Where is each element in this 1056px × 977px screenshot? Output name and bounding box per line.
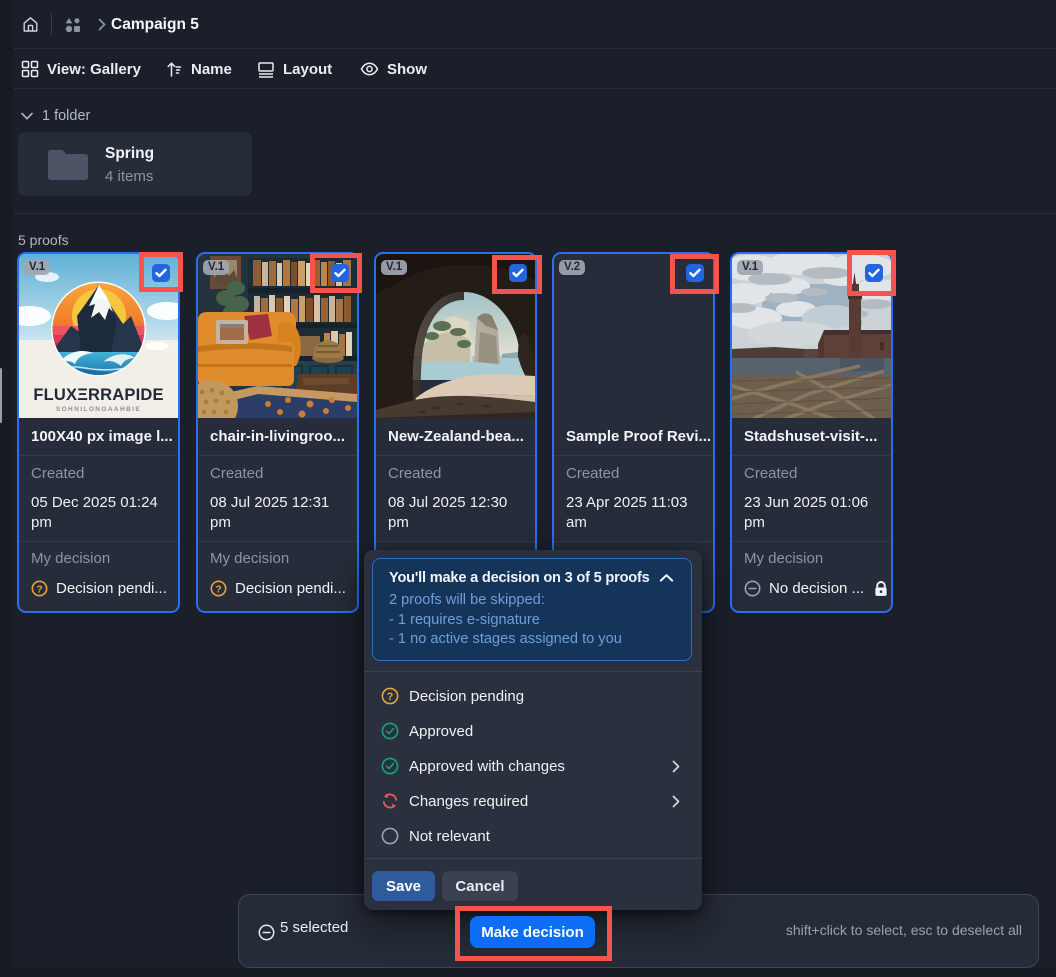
svg-text:?: ? [36, 584, 42, 595]
svg-text:SOHNILONGAAHBIE: SOHNILONGAAHBIE [56, 406, 141, 413]
svg-text:?: ? [215, 584, 221, 595]
svg-text:?: ? [387, 691, 394, 703]
svg-text:FLUXΞRRAPIDE: FLUXΞRRAPIDE [33, 386, 163, 404]
